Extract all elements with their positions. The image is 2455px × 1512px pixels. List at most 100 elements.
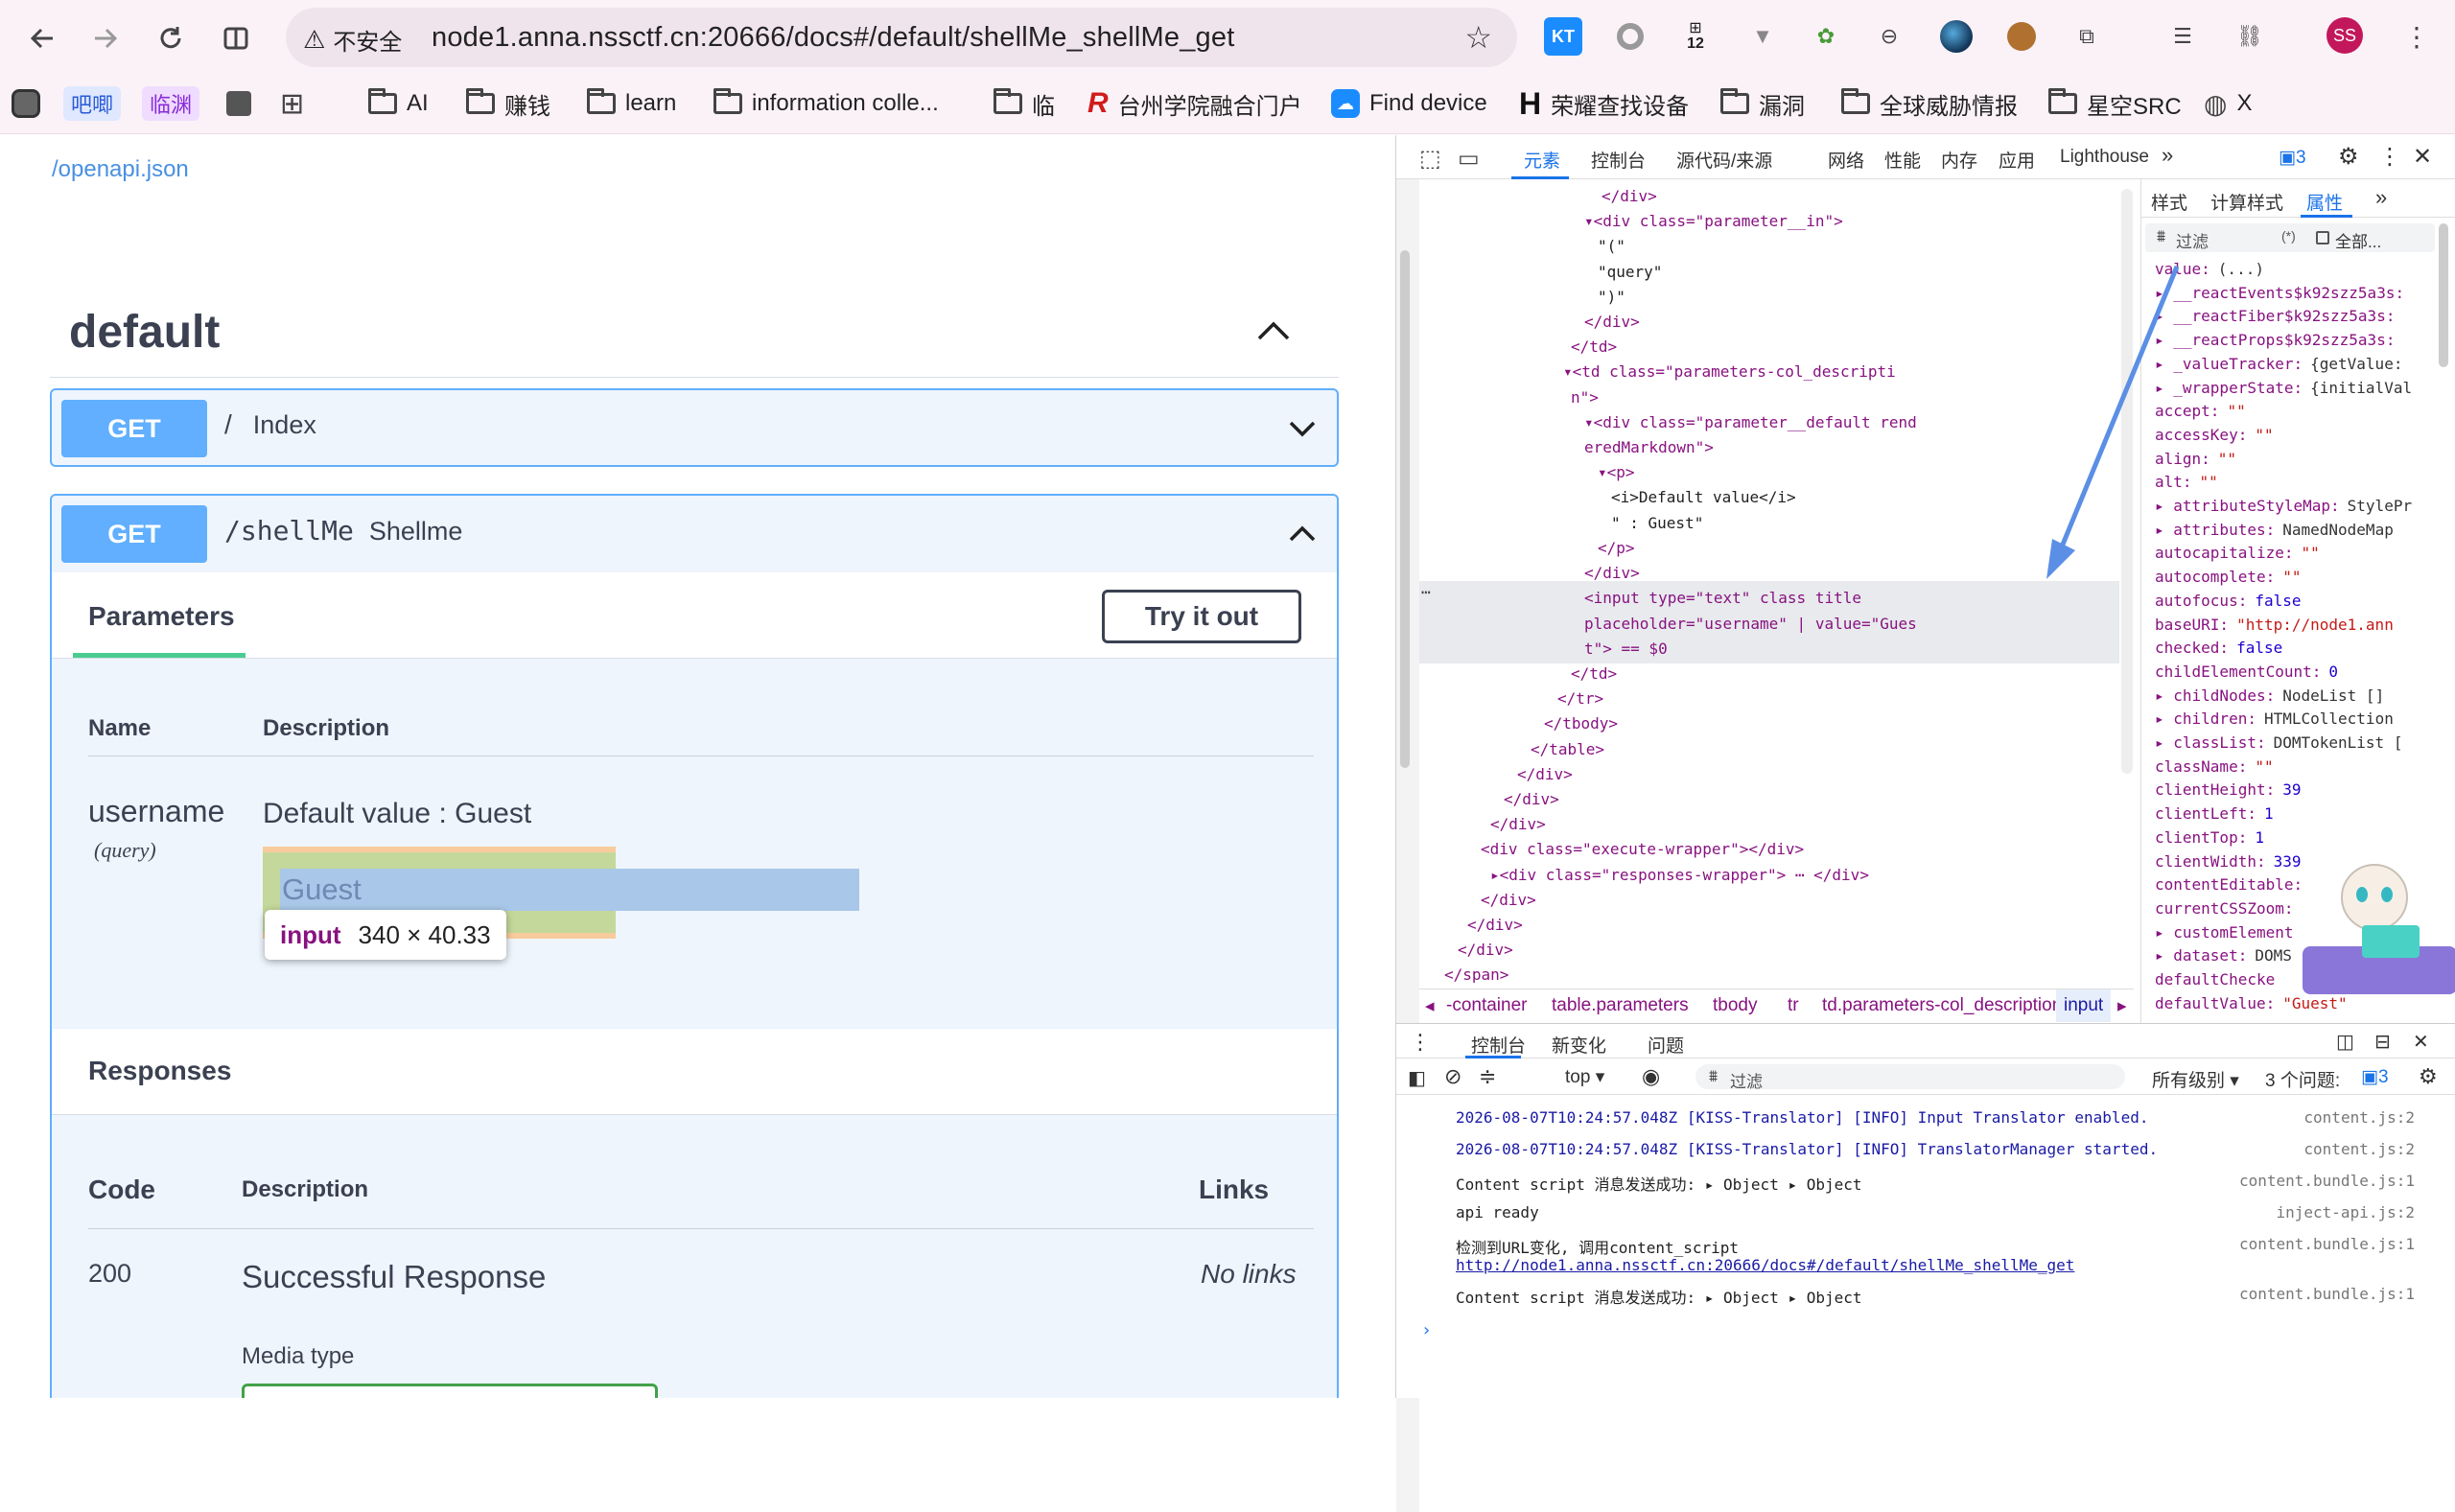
vue-extension-icon[interactable]: ▼ (1743, 17, 1782, 56)
tab-application[interactable]: 应用 (1999, 147, 2035, 173)
property-row[interactable]: clientWidth: 339 (2155, 852, 2302, 871)
property-row[interactable]: contentEditable: (2155, 875, 2310, 894)
tab-sources[interactable]: 源代码/来源 (1676, 147, 1772, 173)
menu-kebab-icon[interactable]: ⋮ (2397, 17, 2436, 56)
property-row[interactable]: ▸ _wrapperState: {initialVal (2155, 379, 2412, 397)
dom-node-line[interactable]: </tbody> (1544, 714, 1618, 733)
chevron-up-icon[interactable] (1256, 319, 1291, 342)
breadcrumb-item-active[interactable]: input (2056, 989, 2112, 1022)
dom-node-line[interactable]: </div> (1517, 765, 1573, 783)
dom-node-line[interactable]: "query" (1598, 263, 1662, 281)
dom-node-line[interactable]: <div class="execute-wrapper"></div> (1481, 840, 1804, 858)
console-message[interactable]: http://node1.anna.nssctf.cn:20666/docs#/… (1456, 1256, 2415, 1274)
try-it-out-button[interactable]: Try it out (1102, 590, 1301, 643)
dom-node-line[interactable]: </div> (1584, 564, 1640, 582)
properties-scrollbar[interactable] (2439, 223, 2448, 367)
property-row[interactable]: ▸ attributeStyleMap: StylePr (2155, 497, 2412, 515)
undock-drawer-icon[interactable]: ⊟ (2374, 1030, 2391, 1054)
device-toolbar-icon[interactable]: ▭ (1458, 145, 1480, 173)
dom-node-line[interactable]: </p> (1598, 539, 1635, 557)
address-bar[interactable]: ⚠ 不安全 node1.anna.nssctf.cn:20666/docs#/d… (286, 8, 1517, 67)
puzzle-green-icon[interactable]: ✿ (1807, 17, 1845, 56)
forward-button[interactable] (84, 17, 127, 59)
dom-node-line[interactable]: " : Guest" (1611, 514, 1703, 532)
log-levels-dropdown[interactable]: 所有级别 ▾ (2152, 1066, 2239, 1092)
dom-node-line[interactable]: </table> (1531, 740, 1604, 758)
console-filter-input[interactable]: ⩩ 过滤 (1695, 1064, 2125, 1091)
property-row[interactable]: ▸ children: HTMLCollection (2155, 709, 2394, 728)
tab-network[interactable]: 网络 (1828, 147, 1864, 173)
username-input[interactable] (280, 869, 859, 911)
section-title[interactable]: default (69, 306, 220, 359)
issues-badge[interactable]: ▣3 (2279, 147, 2306, 169)
dock-icon[interactable]: ◫ (2336, 1030, 2354, 1054)
console-message[interactable]: 2026-08-07T10:24:57.048Z [KISS-Translato… (1456, 1140, 2415, 1158)
dom-node-line[interactable]: "(" (1598, 237, 1625, 255)
bookmark-folder[interactable]: 临 (994, 84, 1055, 123)
more-tabs-icon[interactable]: » (2162, 143, 2173, 168)
back-button[interactable] (21, 17, 63, 59)
property-row[interactable]: clientHeight: 39 (2155, 780, 2302, 799)
filter-lines-icon[interactable]: ≑ (1479, 1064, 1496, 1089)
property-row[interactable]: ▸ classList: DOMTokenList [ (2155, 733, 2402, 752)
bookmark-star-icon[interactable]: ☆ (1464, 19, 1492, 56)
dom-node-line[interactable]: ▾<div class="parameter__in"> (1584, 212, 1843, 230)
console-source-link[interactable]: content.bundle.js:1 (2239, 1285, 2415, 1303)
show-all-checkbox[interactable] (2316, 231, 2329, 244)
dom-node-line[interactable]: </tr> (1557, 689, 1603, 708)
breadcrumb-item[interactable]: tbody (1713, 989, 1757, 1022)
breadcrumb-scroll-right[interactable]: ▸ (2117, 989, 2127, 1022)
property-row[interactable]: ▸ attributes: NamedNodeMap (2155, 521, 2394, 539)
tab-lighthouse[interactable]: Lighthouse (2060, 147, 2149, 168)
bookmark-item[interactable]: ☁ Find device (1331, 84, 1487, 123)
chevron-up-icon[interactable] (1289, 521, 1316, 547)
dom-node-line[interactable]: ▸<div class="responses-wrapper"> ⋯ </div… (1490, 866, 1869, 884)
openapi-link[interactable]: /openapi.json (52, 156, 189, 183)
property-row[interactable]: checked: false (2155, 639, 2282, 657)
dom-node-line[interactable]: placeholder="username" | value="Gues (1584, 615, 1917, 633)
close-devtools-icon[interactable]: ✕ (2413, 143, 2432, 171)
console-settings-gear-icon[interactable]: ⚙ (2419, 1064, 2438, 1089)
tab-memory[interactable]: 内存 (1941, 147, 1977, 173)
devtools-menu-icon[interactable]: ⋮ (2378, 143, 2401, 171)
clear-console-icon[interactable]: ⊘ (1444, 1064, 1461, 1089)
dom-node-line[interactable]: <i>Default value</i> (1611, 488, 1796, 506)
dom-node-line[interactable]: </div> (1504, 790, 1559, 808)
console-source-link[interactable]: content.bundle.js:1 (2239, 1235, 2415, 1253)
tab-styles[interactable]: 样式 (2151, 189, 2187, 215)
console-issues-badge[interactable]: ▣3 (2361, 1066, 2389, 1088)
properties-filter[interactable]: ⩩ 过滤 (*) 全部... (2145, 223, 2435, 252)
bookmark-folder[interactable]: 全球威胁情报 (1841, 84, 2018, 123)
property-row[interactable]: currentCSSZoom: (2155, 899, 2302, 918)
settings-gear-icon[interactable]: ⚙ (2338, 143, 2359, 171)
property-row[interactable]: ▸ dataset: DOMS (2155, 946, 2292, 965)
inspect-element-icon[interactable]: ⬚ (1419, 145, 1441, 173)
drawer-menu-icon[interactable]: ⋮ (1410, 1030, 1431, 1055)
link-icon[interactable]: ⛓ (2231, 17, 2269, 56)
dom-node-line[interactable]: </div> (1490, 815, 1546, 833)
console-message[interactable]: 检测到URL变化, 调用content_script content.bundle… (1456, 1235, 2415, 1258)
console-source-link[interactable]: content.js:2 (2303, 1140, 2415, 1158)
console-message[interactable]: Content script 消息发送成功: ▸ Object ▸ Object… (1456, 1172, 2415, 1195)
counter-extension-icon[interactable]: ⊞ 12 (1676, 17, 1715, 56)
vertical-scrollbar[interactable] (1400, 250, 1410, 768)
tab-computed[interactable]: 计算样式 (2210, 189, 2283, 215)
record-extension-icon[interactable] (1611, 17, 1649, 56)
context-selector[interactable]: top ▾ (1565, 1066, 1604, 1088)
bookmark-item[interactable]: 临渊 (142, 84, 200, 123)
kt-extension-icon[interactable]: KT (1544, 17, 1582, 56)
dom-node-line[interactable]: </td> (1571, 664, 1617, 683)
console-message[interactable]: api ready inject-api.js:2 (1456, 1203, 2415, 1221)
breadcrumb-item[interactable]: td.parameters-col_description (1822, 989, 2062, 1022)
dom-node-line[interactable]: </div> (1458, 941, 1513, 959)
dom-node-line[interactable]: </div> (1481, 891, 1536, 909)
console-issues-label[interactable]: 3 个问题: (2265, 1066, 2340, 1092)
dom-node-line[interactable]: </div> (1584, 313, 1640, 331)
split-view-button[interactable] (215, 17, 257, 59)
property-row[interactable]: baseURI: "http://node1.ann (2155, 616, 2394, 634)
bookmark-item[interactable]: ◍ X (2204, 84, 2252, 123)
property-row[interactable]: clientTop: 1 (2155, 828, 2264, 847)
dom-node-line[interactable]: ▾<p> (1598, 463, 1635, 481)
console-source-link[interactable]: inject-api.js:2 (2277, 1203, 2416, 1221)
console-source-link[interactable]: content.bundle.js:1 (2239, 1172, 2415, 1190)
